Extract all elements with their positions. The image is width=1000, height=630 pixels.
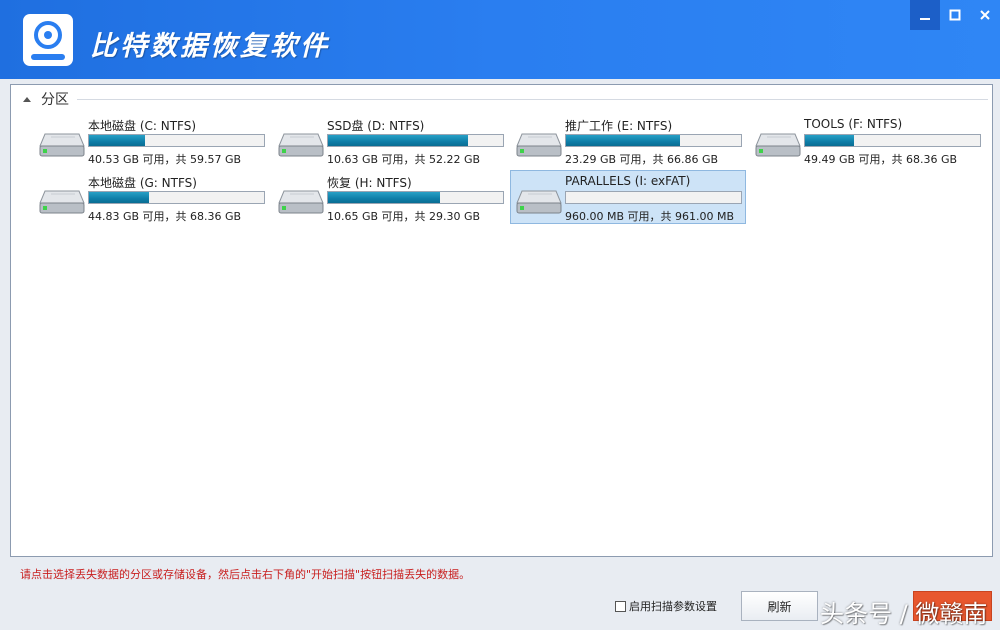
scan-params-checkbox[interactable] [615,600,626,612]
drive-usage-fill [89,192,149,203]
drive-usage-bar [88,134,265,147]
hard-drive-icon [278,183,324,215]
hard-drive-icon [39,126,85,158]
drive-capacity: 40.53 GB 可用，共 59.57 GB [88,153,242,166]
title-bar: 比特数据恢复软件 [0,0,1000,79]
drive-usage-fill [566,135,680,146]
drive-usage-bar [88,191,265,204]
drive-usage-fill [328,192,440,203]
drive-usage-fill [805,135,854,146]
watermark: 头条号 / 微赣南 [820,600,988,628]
drive-name: PARALLELS (I: exFAT) [565,174,691,188]
drive-usage-fill [328,135,468,146]
maximize-button[interactable] [940,0,970,30]
minimize-button[interactable] [910,0,940,30]
scan-params-option[interactable]: 启用扫描参数设置 [615,598,717,614]
minimize-icon [920,18,930,20]
drive-name: 恢复 (H: NTFS) [327,176,412,190]
hard-drive-icon [516,183,562,215]
drive-name: TOOLS (F: NTFS) [804,117,903,131]
collapse-arrow-icon[interactable] [23,97,31,102]
drive-capacity: 23.29 GB 可用，共 66.86 GB [565,153,719,166]
drive-capacity: 49.49 GB 可用，共 68.36 GB [804,153,958,166]
drive-capacity: 960.00 MB 可用，共 961.00 MB [565,210,735,223]
drive-usage-bar [327,191,504,204]
drive-usage-bar [565,191,742,204]
hard-drive-icon [39,183,85,215]
drive-name: 本地磁盘 (G: NTFS) [88,176,197,190]
drive-usage-bar [327,134,504,147]
drive-tile[interactable]: SSD盘 (D: NTFS) 10.63 GB 可用，共 52.22 GB [272,113,508,167]
refresh-button[interactable]: 刷新 [741,591,818,621]
drive-tile[interactable]: 恢复 (H: NTFS) 10.65 GB 可用，共 29.30 GB [272,170,508,224]
partition-panel: 分区 本地磁盘 (C: NTFS) 40.53 GB 可用，共 59.57 GB S… [10,84,993,557]
drive-usage-bar [804,134,981,147]
instruction-hint: 请点击选择丢失数据的分区或存储设备，然后点击右下角的"开始扫描"按钮扫描丢失的数… [20,568,471,581]
hard-drive-icon [516,126,562,158]
app-logo-icon [23,14,73,66]
close-button[interactable] [970,0,1000,30]
drive-capacity: 10.65 GB 可用，共 29.30 GB [327,210,481,223]
drive-name: 推广工作 (E: NTFS) [565,119,673,133]
drive-usage-fill [89,135,145,146]
drive-tile[interactable]: TOOLS (F: NTFS) 49.49 GB 可用，共 68.36 GB [749,113,985,167]
drive-capacity: 10.63 GB 可用，共 52.22 GB [327,153,481,166]
drive-tile[interactable]: 推广工作 (E: NTFS) 23.29 GB 可用，共 66.86 GB [510,113,746,167]
maximize-icon [949,9,961,21]
partition-group-header[interactable]: 分区 [23,91,988,108]
partition-group-label: 分区 [41,92,69,108]
window-controls [910,0,1000,30]
drive-name: SSD盘 (D: NTFS) [327,119,425,133]
drive-tile[interactable]: 本地磁盘 (C: NTFS) 40.53 GB 可用，共 59.57 GB [33,113,269,167]
drive-tile[interactable]: PARALLELS (I: exFAT) 960.00 MB 可用，共 961.0… [510,170,746,224]
drive-usage-bar [565,134,742,147]
drive-name: 本地磁盘 (C: NTFS) [88,119,197,133]
hard-drive-icon [755,126,801,158]
close-icon [980,10,990,20]
hard-drive-icon [278,126,324,158]
app-title: 比特数据恢复软件 [90,31,330,62]
drive-tile[interactable]: 本地磁盘 (G: NTFS) 44.83 GB 可用，共 68.36 GB [33,170,269,224]
drive-capacity: 44.83 GB 可用，共 68.36 GB [88,210,242,223]
group-divider [77,98,988,100]
scan-params-label: 启用扫描参数设置 [629,600,717,613]
